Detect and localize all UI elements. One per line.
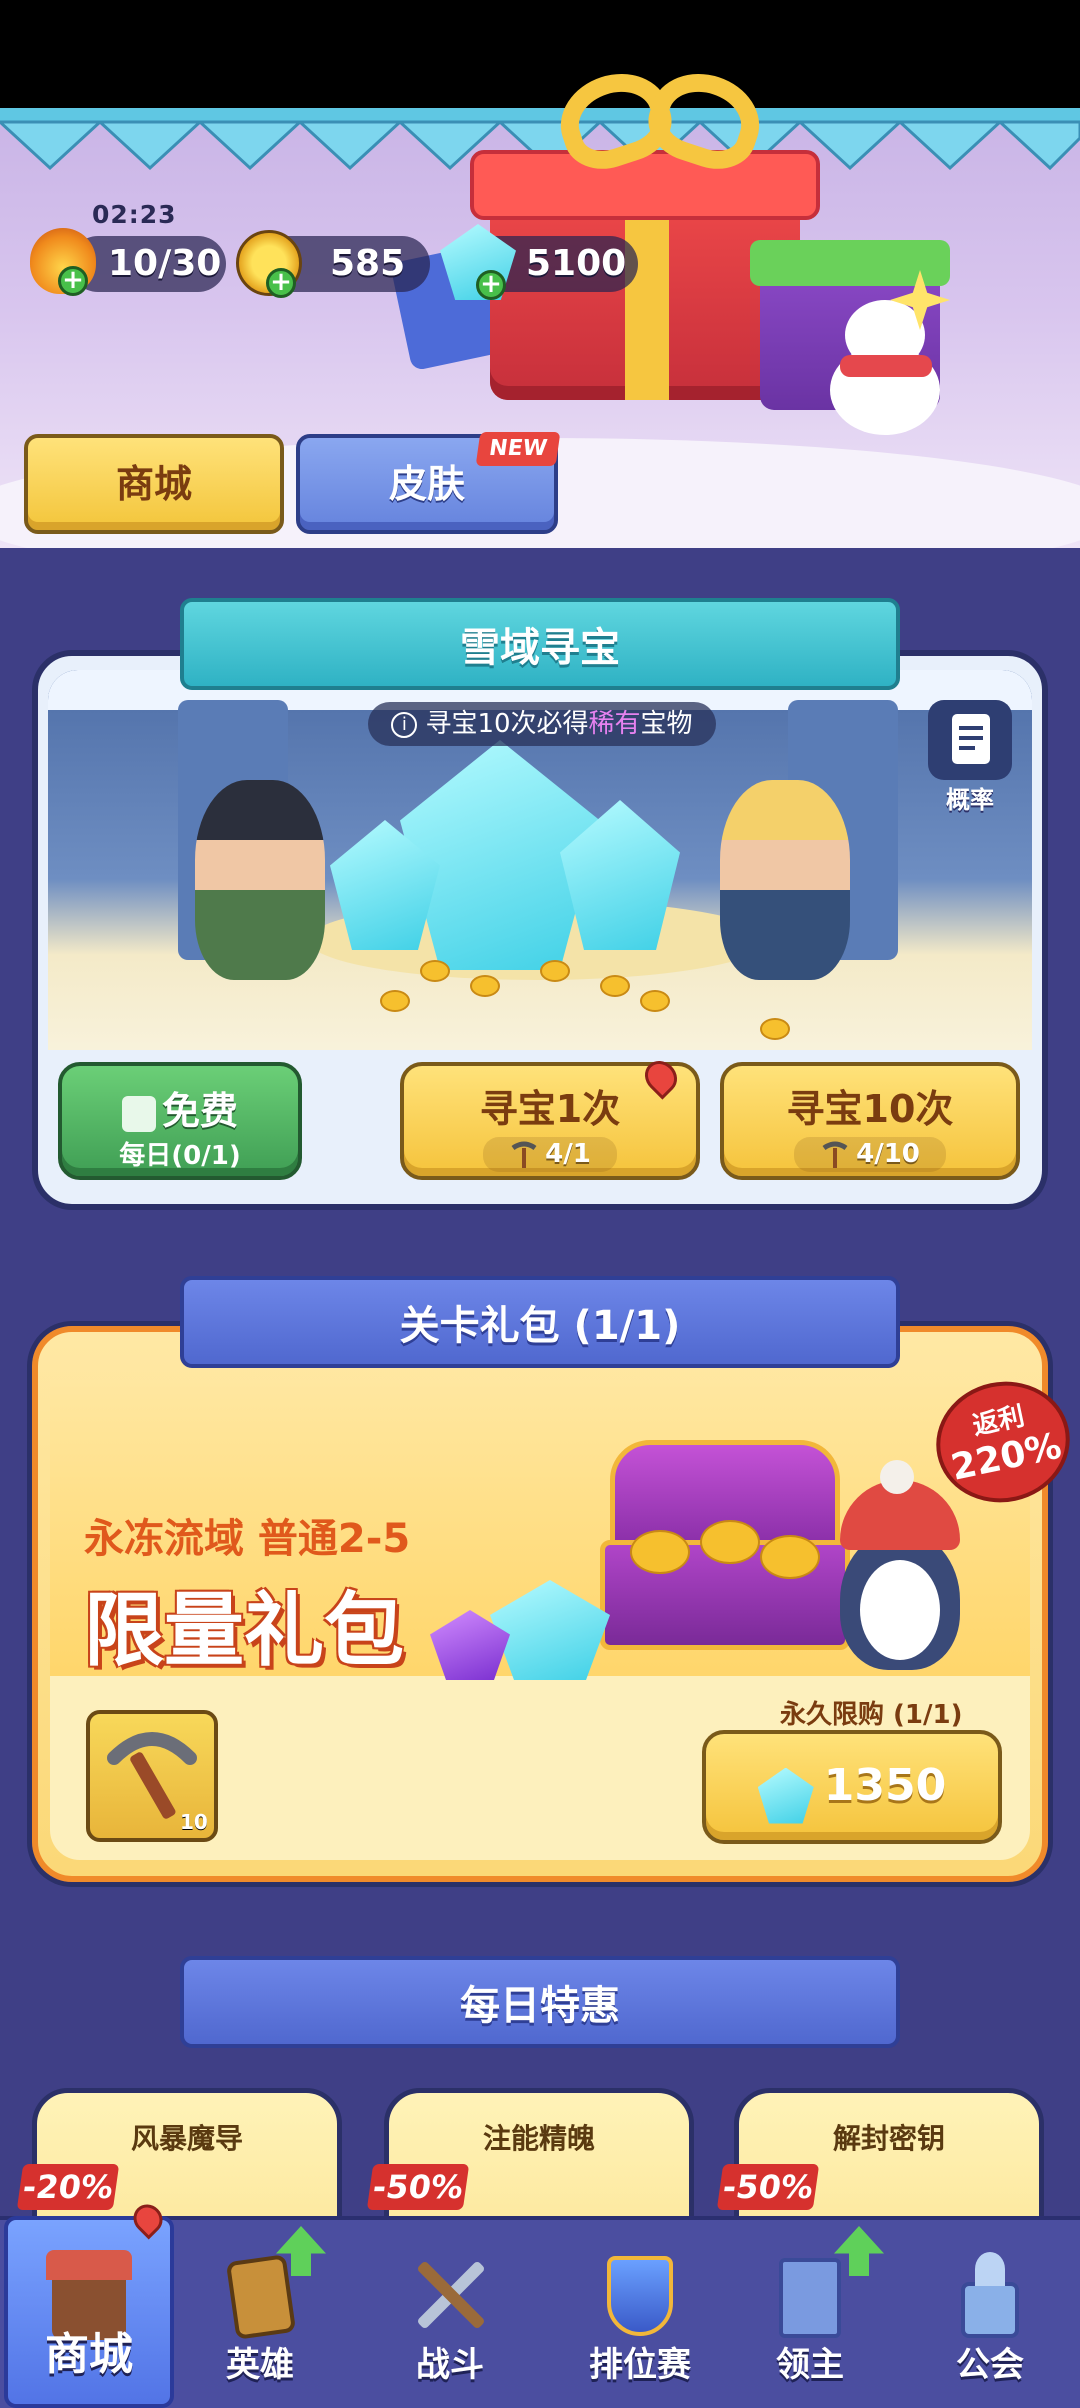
probability-button[interactable]	[928, 700, 1012, 780]
gem-value: 5100	[526, 243, 627, 284]
guild-tower-icon	[947, 2252, 1033, 2338]
energy-value: 10/30	[108, 243, 222, 284]
nav-label: 领主	[776, 2345, 844, 2385]
ticket-icon	[121, 1095, 156, 1132]
add-gold-icon[interactable]: +	[266, 268, 296, 298]
pickaxe-icon	[820, 1140, 850, 1170]
gift-lid	[470, 150, 820, 220]
notice-suffix: 宝物	[640, 709, 693, 739]
hunt-ten-title: 寻宝10次	[786, 1087, 954, 1131]
tab-shop[interactable]: 商城	[24, 434, 284, 534]
nav-heroes[interactable]: 英雄	[170, 2216, 350, 2408]
free-hunt-button[interactable]: 免费 每日(0/1)	[58, 1062, 302, 1180]
gold-value: 585	[330, 243, 406, 284]
deal-name: 解封密钥	[832, 2122, 945, 2155]
document-icon	[952, 714, 990, 764]
nav-label: 战斗	[416, 2345, 484, 2385]
gem-icon	[757, 1767, 814, 1824]
discount-badge: -50%	[366, 2164, 470, 2210]
snowman-scarf	[840, 355, 932, 377]
buy-pack-button[interactable]: 1350	[702, 1730, 1002, 1844]
hunt-ten-cost: 4/10	[794, 1137, 946, 1172]
new-badge: NEW	[475, 432, 561, 466]
penguin-mascot	[830, 1460, 970, 1670]
nav-shop[interactable]: 商城	[4, 2216, 174, 2408]
level-pack-subtitle: 永冻流域 普通2-5	[84, 1516, 411, 1562]
discount-badge: -50%	[716, 2164, 820, 2210]
energy-timer: 02:23	[92, 200, 177, 229]
notice-rare: 稀有	[588, 709, 641, 739]
daily-deals-ribbon: 每日特惠	[180, 1956, 900, 2048]
nav-label: 排位赛	[589, 2345, 691, 2385]
status-bar	[0, 0, 1080, 108]
pack-item-count: 10	[180, 1810, 208, 1834]
miner-hero-left	[195, 780, 325, 980]
shield-icon	[597, 2252, 683, 2338]
nav-battle[interactable]: 战斗	[360, 2216, 540, 2408]
add-gem-icon[interactable]: +	[476, 270, 506, 300]
treasure-chest-icon	[590, 1420, 860, 1660]
nav-label: 英雄	[226, 2345, 294, 2385]
pickaxe-icon	[509, 1140, 539, 1170]
probability-label: 概率	[946, 786, 994, 814]
treasure-notice: i 寻宝10次必得稀有宝物	[368, 702, 716, 746]
nav-ranked[interactable]: 排位赛	[550, 2216, 730, 2408]
nav-guild[interactable]: 公会	[900, 2216, 1080, 2408]
add-energy-icon[interactable]: +	[58, 266, 88, 296]
hunt-ten-button[interactable]: 寻宝10次 4/10	[720, 1062, 1020, 1180]
free-daily-count: 每日(0/1)	[119, 1141, 241, 1171]
pack-price: 1350	[823, 1760, 947, 1811]
deal-name: 注能精魄	[482, 2122, 595, 2155]
castle-banner-icon	[767, 2252, 853, 2338]
treasure-title-ribbon: 雪域寻宝	[180, 598, 900, 690]
miner-hero-right	[720, 780, 850, 980]
info-icon: i	[391, 711, 418, 738]
level-pack-title: 限量礼包	[84, 1584, 404, 1677]
purchase-limit: 永久限购 (1/1)	[780, 1700, 963, 1730]
notice-prefix: 寻宝10次必得	[425, 709, 589, 739]
hero-card-icon	[217, 2252, 303, 2340]
crossed-swords-icon	[407, 2252, 493, 2338]
hunt-once-cost: 4/1	[483, 1137, 617, 1172]
nav-label: 公会	[956, 2345, 1024, 2385]
nav-label: 商城	[45, 2329, 133, 2380]
discount-badge: -20%	[16, 2164, 120, 2210]
free-title: 免费	[161, 1089, 238, 1133]
level-pack-ribbon: 关卡礼包 (1/1)	[180, 1276, 900, 1368]
deal-name: 风暴魔导	[130, 2122, 243, 2155]
